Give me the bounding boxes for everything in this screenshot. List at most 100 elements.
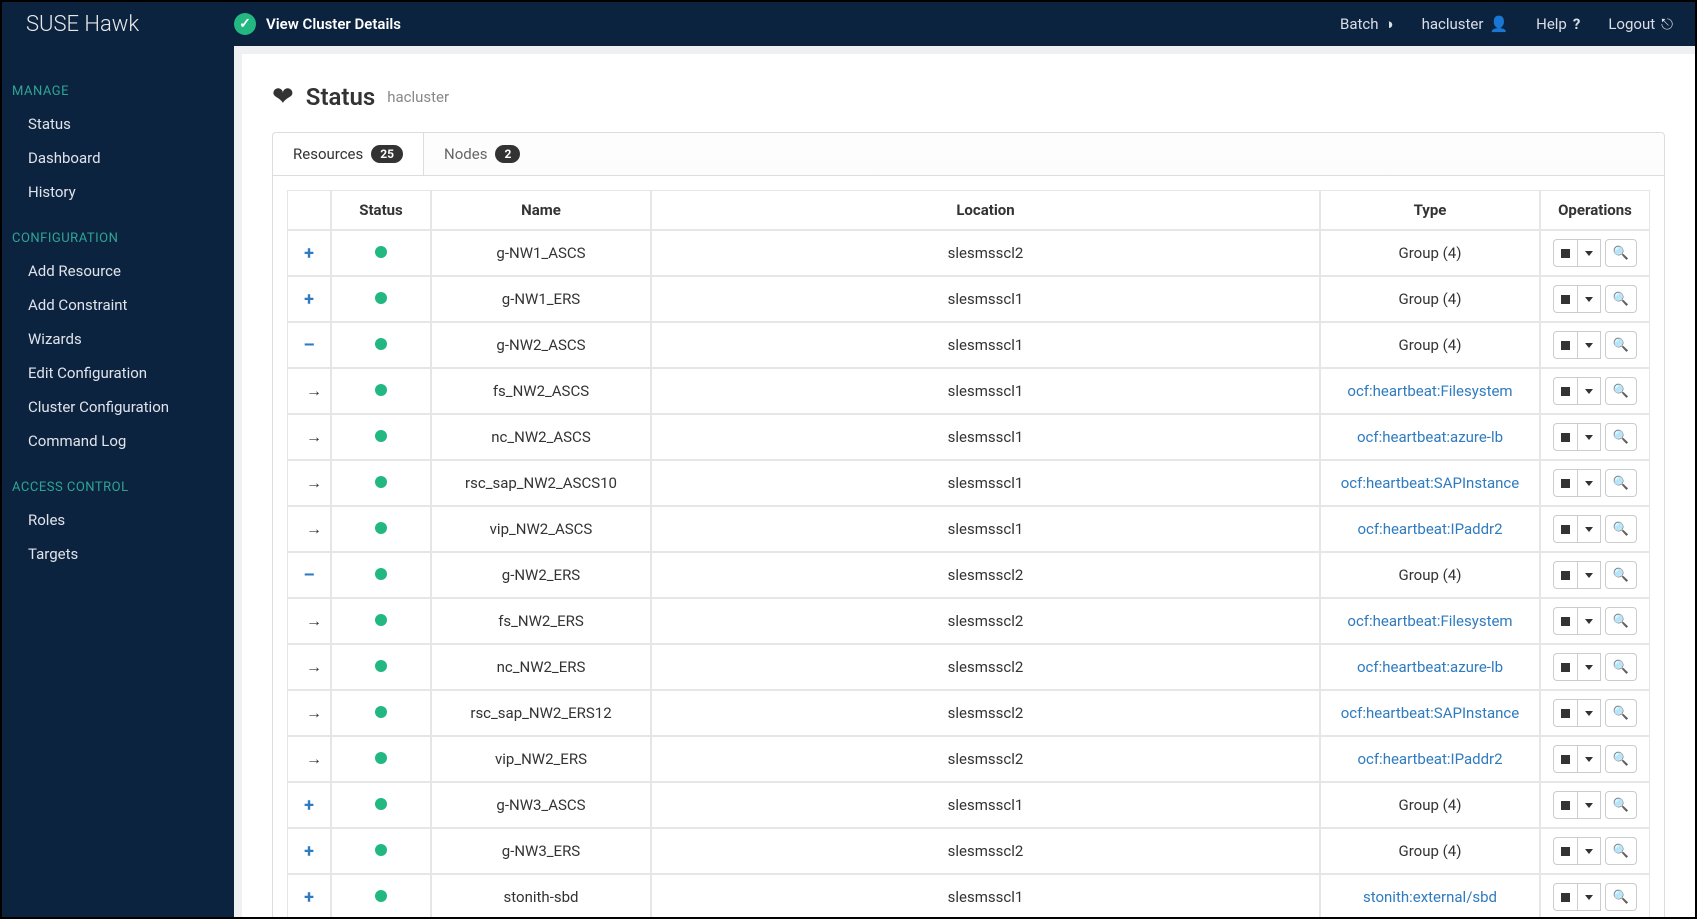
arrow-right-icon[interactable]: → [287,644,331,690]
stop-button[interactable] [1553,791,1578,819]
expand-icon[interactable]: + [287,230,331,276]
nav-section-title: MANAGE [2,76,234,107]
actions-dropdown[interactable] [1578,239,1601,267]
details-button[interactable]: 🔍 [1605,745,1637,773]
actions-dropdown[interactable] [1578,837,1601,865]
sidebar: MANAGEStatusDashboardHistoryCONFIGURATIO… [2,46,234,917]
expand-icon[interactable]: + [287,276,331,322]
actions-dropdown[interactable] [1578,699,1601,727]
details-button[interactable]: 🔍 [1605,883,1637,911]
actions-dropdown[interactable] [1578,791,1601,819]
stop-button[interactable] [1553,883,1578,911]
actions-dropdown[interactable] [1578,377,1601,405]
type-cell[interactable]: stonith:external/sbd [1320,874,1540,917]
actions-dropdown[interactable] [1578,285,1601,313]
stop-button[interactable] [1553,285,1578,313]
name-cell: g-NW1_ERS [431,276,651,322]
stop-button[interactable] [1553,745,1578,773]
type-cell[interactable]: ocf:heartbeat:IPaddr2 [1320,736,1540,782]
status-cell [331,414,431,460]
stop-button[interactable] [1553,837,1578,865]
stop-button[interactable] [1553,239,1578,267]
type-cell[interactable]: ocf:heartbeat:SAPInstance [1320,460,1540,506]
arrow-right-icon[interactable]: → [287,736,331,782]
name-cell: nc_NW2_ASCS [431,414,651,460]
type-cell[interactable]: ocf:heartbeat:azure-lb [1320,644,1540,690]
details-button[interactable]: 🔍 [1605,653,1637,681]
batch-link[interactable]: Batch ◑ [1340,15,1394,33]
details-button[interactable]: 🔍 [1605,607,1637,635]
operations-cell: 🔍 [1540,874,1650,917]
details-button[interactable]: 🔍 [1605,377,1637,405]
tab-resources[interactable]: Resources 25 [273,133,424,175]
nav-item-history[interactable]: History [2,175,234,209]
details-button[interactable]: 🔍 [1605,561,1637,589]
location-cell: slesmsscl2 [651,552,1320,598]
stop-button[interactable] [1553,331,1578,359]
type-cell[interactable]: ocf:heartbeat:Filesystem [1320,368,1540,414]
actions-dropdown[interactable] [1578,607,1601,635]
stop-button[interactable] [1553,561,1578,589]
nav-item-targets[interactable]: Targets [2,537,234,571]
actions-dropdown[interactable] [1578,469,1601,497]
nav-item-roles[interactable]: Roles [2,503,234,537]
stop-button[interactable] [1553,423,1578,451]
actions-dropdown[interactable] [1578,561,1601,589]
actions-dropdown[interactable] [1578,423,1601,451]
stop-button[interactable] [1553,699,1578,727]
collapse-icon[interactable]: – [287,322,331,368]
stop-button[interactable] [1553,653,1578,681]
nav-item-status[interactable]: Status [2,107,234,141]
name-cell: g-NW2_ASCS [431,322,651,368]
nav-item-add-resource[interactable]: Add Resource [2,254,234,288]
arrow-right-icon[interactable]: → [287,368,331,414]
stop-button[interactable] [1553,377,1578,405]
user-link[interactable]: hacluster 👤 [1422,15,1509,33]
expand-icon[interactable]: + [287,828,331,874]
expand-icon[interactable]: + [287,874,331,917]
details-button[interactable]: 🔍 [1605,285,1637,313]
stop-button[interactable] [1553,469,1578,497]
actions-dropdown[interactable] [1578,745,1601,773]
actions-dropdown[interactable] [1578,883,1601,911]
type-cell[interactable]: ocf:heartbeat:azure-lb [1320,414,1540,460]
actions-dropdown[interactable] [1578,331,1601,359]
logout-link[interactable]: Logout ⎋ [1608,15,1673,33]
tab-nodes-count: 2 [495,145,520,163]
arrow-right-icon[interactable]: → [287,414,331,460]
resources-table: Status Name Location Type Operations +g-… [287,190,1650,917]
nav-item-wizards[interactable]: Wizards [2,322,234,356]
details-button[interactable]: 🔍 [1605,469,1637,497]
help-link[interactable]: Help ? [1536,15,1580,33]
details-button[interactable]: 🔍 [1605,699,1637,727]
details-button[interactable]: 🔍 [1605,515,1637,543]
arrow-right-icon[interactable]: → [287,598,331,644]
type-cell[interactable]: ocf:heartbeat:Filesystem [1320,598,1540,644]
details-button[interactable]: 🔍 [1605,331,1637,359]
table-row: –g-NW2_ERSslesmsscl2Group (4)🔍 [287,552,1650,598]
details-button[interactable]: 🔍 [1605,837,1637,865]
collapse-icon[interactable]: – [287,552,331,598]
stop-button[interactable] [1553,607,1578,635]
nav-item-dashboard[interactable]: Dashboard [2,141,234,175]
type-cell[interactable]: ocf:heartbeat:SAPInstance [1320,690,1540,736]
expand-icon[interactable]: + [287,782,331,828]
type-cell[interactable]: ocf:heartbeat:IPaddr2 [1320,506,1540,552]
details-button[interactable]: 🔍 [1605,791,1637,819]
arrow-right-icon[interactable]: → [287,506,331,552]
location-cell: slesmsscl2 [651,598,1320,644]
actions-dropdown[interactable] [1578,653,1601,681]
view-cluster-link[interactable]: ✓ View Cluster Details [234,13,401,35]
nav-item-command-log[interactable]: Command Log [2,424,234,458]
nav-item-edit-configuration[interactable]: Edit Configuration [2,356,234,390]
arrow-right-icon[interactable]: → [287,690,331,736]
content-area: ❤ Status hacluster Resources 25 Nodes 2 [234,46,1695,917]
stop-button[interactable] [1553,515,1578,543]
details-button[interactable]: 🔍 [1605,423,1637,451]
nav-item-add-constraint[interactable]: Add Constraint [2,288,234,322]
tab-nodes[interactable]: Nodes 2 [424,133,541,175]
actions-dropdown[interactable] [1578,515,1601,543]
details-button[interactable]: 🔍 [1605,239,1637,267]
nav-item-cluster-configuration[interactable]: Cluster Configuration [2,390,234,424]
arrow-right-icon[interactable]: → [287,460,331,506]
